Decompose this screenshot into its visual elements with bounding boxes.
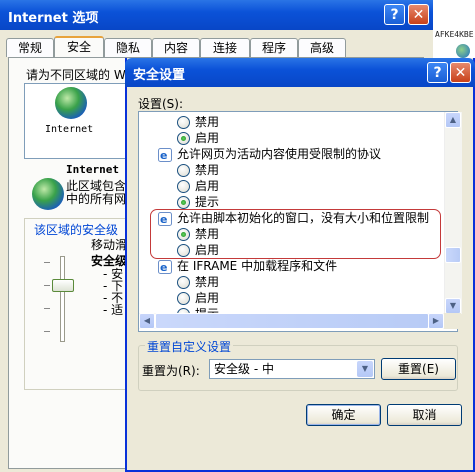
security-settings-titlebar[interactable]: 安全设置 ? ✕	[125, 58, 475, 87]
setting-header: 在 IFRAME 中加载程序和文件	[177, 259, 338, 273]
background-globe-icon	[456, 44, 470, 58]
radio-button-selected[interactable]	[177, 196, 190, 209]
option-label[interactable]: 提示	[195, 194, 219, 210]
reset-group-title: 重置自定义设置	[145, 338, 234, 355]
slider-tick	[44, 308, 50, 309]
dialog-help-button[interactable]: ?	[427, 62, 448, 83]
tab-connections[interactable]: 连接	[200, 38, 250, 57]
reset-level-select[interactable]: 安全级 - 中 ▼	[209, 359, 375, 379]
radio-button[interactable]	[177, 276, 190, 289]
vertical-scrollbar[interactable]: ▲ ▼	[444, 112, 462, 314]
radio-button[interactable]	[177, 180, 190, 193]
radio-button[interactable]	[177, 116, 190, 129]
tab-security[interactable]: 安全	[54, 36, 104, 59]
background-text: AFKE4KBE	[435, 30, 474, 39]
tab-general[interactable]: 常规	[6, 38, 54, 57]
window-title: Internet 选项	[8, 11, 99, 26]
scroll-corner	[444, 313, 461, 329]
zone-desc-line2: 中的所有网	[66, 192, 127, 206]
security-slider-track[interactable]	[60, 256, 65, 342]
internet-options-titlebar[interactable]: Internet 选项 ? ✕	[0, 0, 433, 30]
zone-prompt: 请为不同区域的 We	[26, 68, 133, 82]
cancel-button[interactable]: 取消	[387, 404, 462, 426]
option-label[interactable]: 禁用	[195, 274, 219, 290]
tab-content[interactable]: 内容	[152, 38, 200, 57]
tab-programs[interactable]: 程序	[250, 38, 298, 57]
security-slider-thumb[interactable]	[52, 279, 74, 292]
horizontal-scrollbar[interactable]: ◀ ▶	[139, 313, 444, 329]
ie-settings-icon: e	[158, 260, 172, 274]
reset-button[interactable]: 重置(E)	[381, 358, 456, 380]
bullet-item: - 适	[103, 303, 124, 317]
scroll-down-button[interactable]: ▼	[445, 298, 461, 314]
chevron-down-icon[interactable]: ▼	[357, 361, 373, 377]
radio-button[interactable]	[177, 164, 190, 177]
option-label[interactable]: 启用	[195, 290, 219, 306]
slider-tick	[44, 262, 50, 263]
option-label[interactable]: 启用	[195, 178, 219, 194]
dialog-close-button[interactable]: ✕	[450, 62, 471, 83]
svg-text:e: e	[160, 261, 167, 274]
slider-tick	[44, 331, 50, 332]
settings-label: 设置(S):	[138, 97, 184, 111]
vertical-scroll-thumb[interactable]	[445, 247, 461, 263]
ok-button[interactable]: 确定	[306, 404, 381, 426]
zone-heading: Internet	[66, 163, 119, 176]
zone-globe-icon	[32, 178, 64, 210]
svg-text:e: e	[160, 149, 167, 162]
horizontal-scroll-thumb[interactable]	[155, 313, 429, 329]
dialog-title: 安全设置	[133, 68, 186, 83]
zone-internet-label[interactable]: Internet	[45, 124, 93, 135]
radio-button-selected[interactable]	[177, 132, 190, 145]
scroll-up-button[interactable]: ▲	[445, 112, 461, 128]
security-level-sub: 移动滑	[91, 238, 128, 252]
radio-button[interactable]	[177, 292, 190, 305]
red-highlight-annotation	[150, 209, 441, 259]
tab-privacy[interactable]: 隐私	[104, 38, 152, 57]
help-button[interactable]: ?	[384, 4, 405, 25]
reset-level-value: 安全级 - 中	[214, 362, 274, 376]
tab-advanced[interactable]: 高级	[298, 38, 346, 57]
option-label[interactable]: 启用	[195, 130, 219, 146]
scroll-left-button[interactable]: ◀	[139, 313, 155, 329]
ie-settings-icon: e	[158, 148, 172, 162]
setting-header: 允许网页为活动内容使用受限制的协议	[177, 147, 382, 161]
slider-tick	[44, 285, 50, 286]
scroll-right-button[interactable]: ▶	[428, 313, 444, 329]
close-button[interactable]: ✕	[408, 4, 429, 25]
option-label[interactable]: 禁用	[195, 162, 219, 178]
reset-to-label: 重置为(R):	[142, 364, 200, 378]
option-label[interactable]: 禁用	[195, 114, 219, 130]
internet-globe-icon[interactable]	[55, 87, 87, 119]
